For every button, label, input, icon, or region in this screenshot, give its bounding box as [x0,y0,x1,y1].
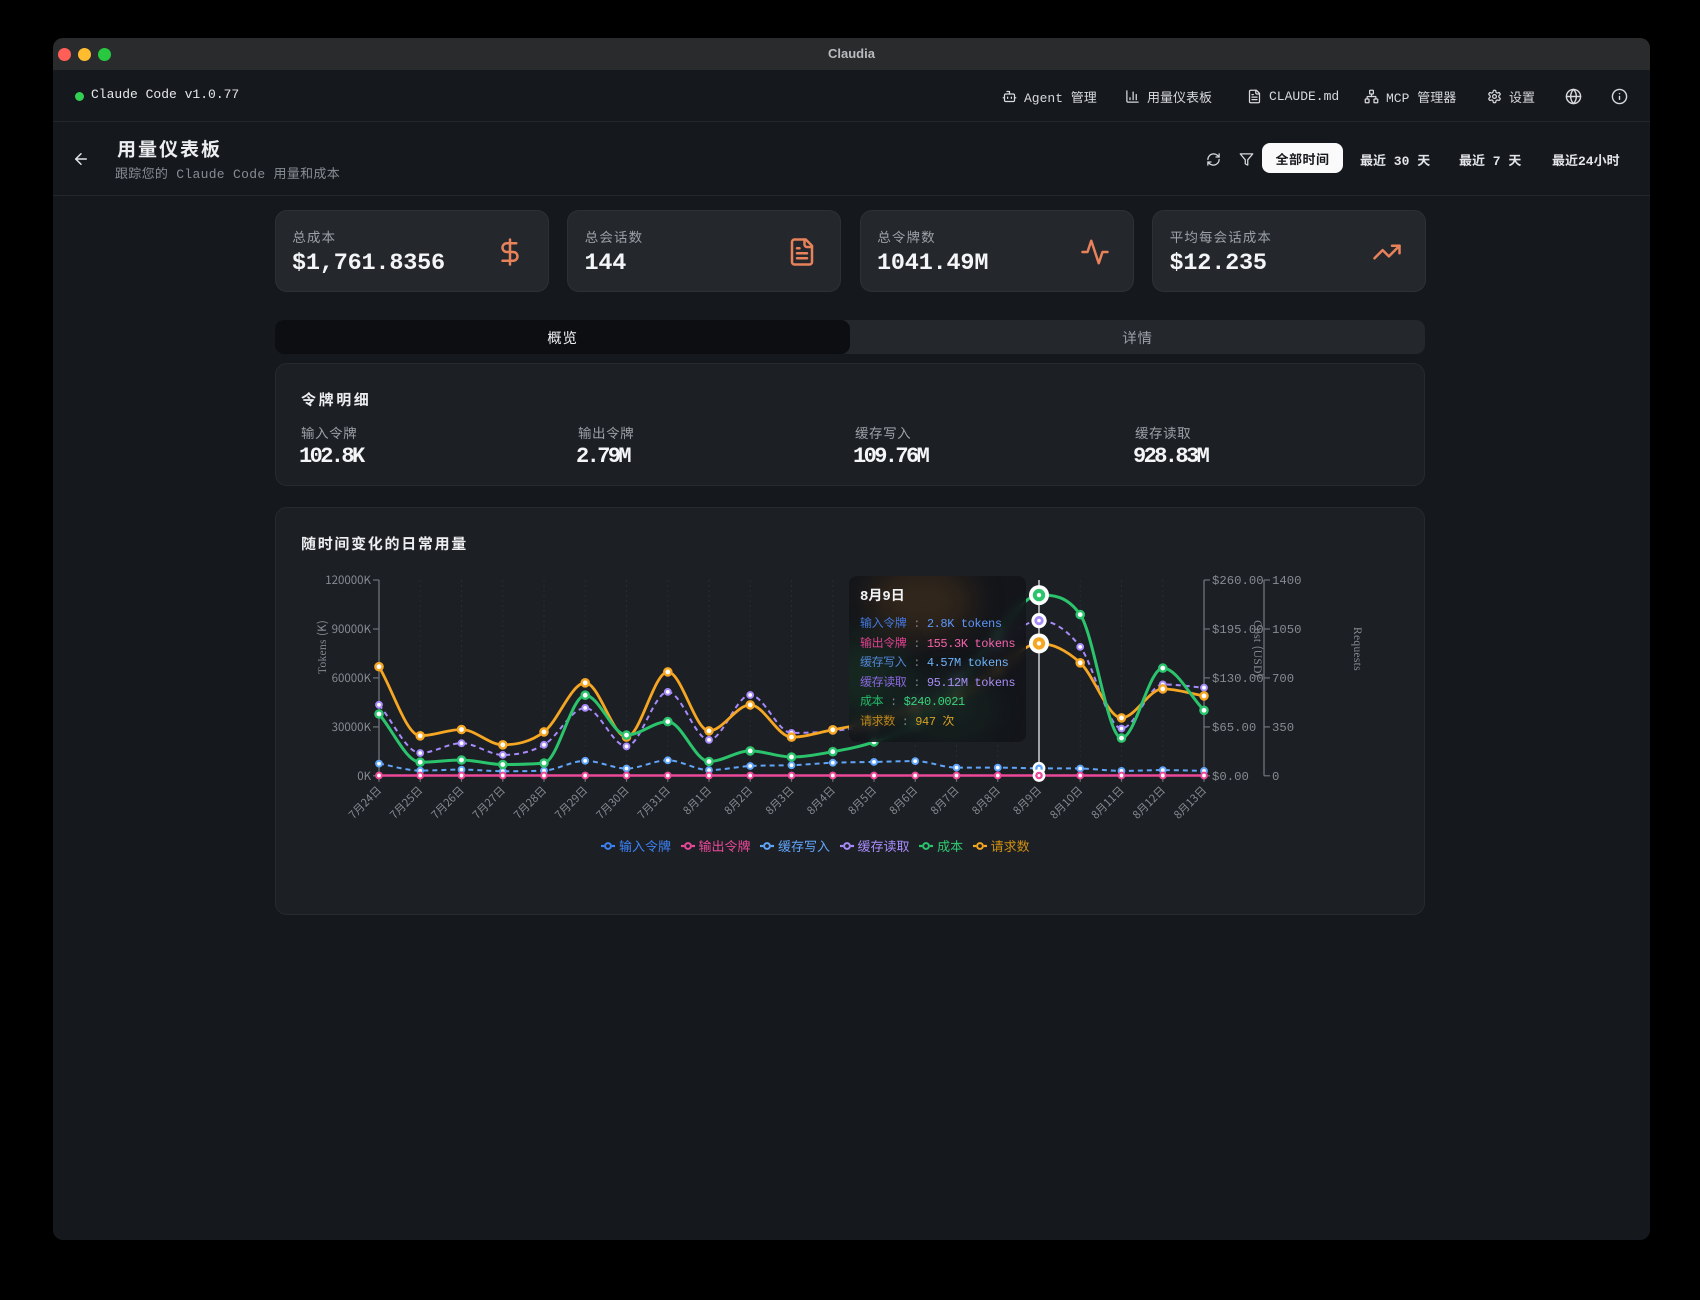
svg-text:8月7日: 8月7日 [927,783,963,819]
svg-text:8月11日: 8月11日 [1087,783,1127,823]
svg-text:Cost (USD): Cost (USD) [1250,620,1266,678]
svg-text:7月28日: 7月28日 [510,783,550,823]
svg-text:90000K: 90000K [332,621,372,637]
svg-text:30000K: 30000K [332,719,372,735]
svg-text:8月9日: 8月9日 [1009,783,1045,819]
svg-text:1050: 1050 [1272,623,1302,637]
svg-text:8月10日: 8月10日 [1046,783,1086,823]
svg-text:8月2日: 8月2日 [721,783,757,819]
svg-text:Requests: Requests [1350,627,1366,671]
svg-text:7月26日: 7月26日 [427,783,467,823]
svg-text:60000K: 60000K [332,670,372,686]
svg-text:8月12日: 8月12日 [1129,783,1169,823]
svg-text:8月8日: 8月8日 [968,783,1004,819]
svg-text:7月25日: 7月25日 [386,783,426,823]
svg-text:8月4日: 8月4日 [803,783,839,819]
svg-text:Tokens (K): Tokens (K) [314,620,330,674]
svg-text:0: 0 [1272,770,1279,784]
svg-text:$0.00: $0.00 [1212,770,1249,784]
svg-text:7月30日: 7月30日 [592,783,632,823]
svg-text:120000K: 120000K [325,572,371,588]
svg-text:700: 700 [1272,672,1294,686]
svg-text:$260.00: $260.00 [1212,574,1264,588]
svg-text:$65.00: $65.00 [1212,721,1256,735]
svg-text:1400: 1400 [1272,574,1302,588]
svg-text:0K: 0K [357,768,371,784]
svg-text:7月29日: 7月29日 [551,783,591,823]
svg-text:350: 350 [1272,721,1294,735]
svg-text:8月5日: 8月5日 [844,783,880,819]
svg-text:7月27日: 7月27日 [469,783,509,823]
svg-text:8月13日: 8月13日 [1170,783,1210,823]
svg-text:8月3日: 8月3日 [762,783,798,819]
svg-text:8月1日: 8月1日 [679,783,715,819]
svg-text:8月6日: 8月6日 [886,783,922,819]
svg-text:7月24日: 7月24日 [345,783,385,823]
svg-text:7月31日: 7月31日 [634,783,674,823]
